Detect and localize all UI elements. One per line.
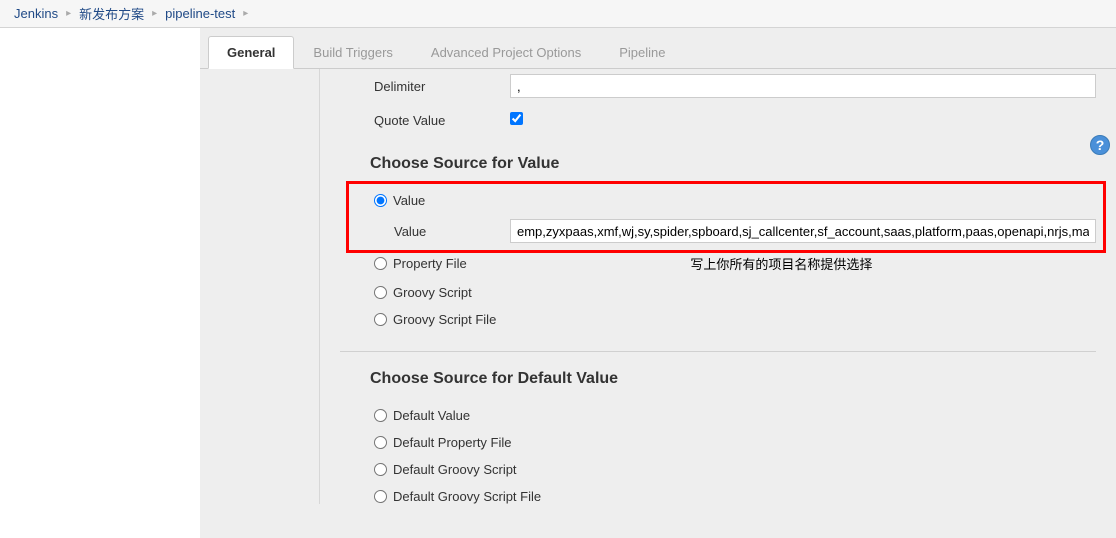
radio-row-groovy-script: Groovy Script: [370, 279, 1096, 306]
breadcrumb-item-pipeline-test[interactable]: pipeline-test: [159, 6, 241, 21]
radio-label-default-groovy-script[interactable]: Default Groovy Script: [393, 462, 517, 477]
chevron-right-icon: ▸: [152, 8, 157, 19]
label-quote-value: Quote Value: [370, 113, 510, 128]
radio-value[interactable]: [374, 194, 387, 207]
radio-default-value[interactable]: [374, 409, 387, 422]
row-value-field: Value: [370, 214, 1096, 248]
radio-row-groovy-script-file: Groovy Script File: [370, 306, 1096, 333]
radio-label-property-file[interactable]: Property File: [393, 256, 467, 271]
radio-property-file[interactable]: [374, 257, 387, 270]
radio-row-property-file: Property File 写上你所有的项目名称提供选择: [370, 248, 1096, 279]
radio-default-groovy-script-file[interactable]: [374, 490, 387, 503]
breadcrumb-item-jenkins[interactable]: Jenkins: [8, 6, 64, 21]
tab-advanced-project-options[interactable]: Advanced Project Options: [412, 36, 600, 69]
radio-label-default-property-file[interactable]: Default Property File: [393, 435, 512, 450]
label-delimiter: Delimiter: [370, 79, 510, 94]
radio-row-default-property-file: Default Property File: [370, 429, 1096, 456]
tab-general[interactable]: General: [208, 36, 294, 69]
tab-pipeline[interactable]: Pipeline: [600, 36, 684, 69]
tabbar: General Build Triggers Advanced Project …: [200, 28, 1116, 69]
radio-row-default-groovy-script-file: Default Groovy Script File: [370, 483, 1096, 504]
chevron-right-icon: ▸: [243, 8, 248, 19]
checkbox-quote-value[interactable]: [510, 112, 523, 125]
radio-label-value[interactable]: Value: [393, 193, 425, 208]
chevron-right-icon: ▸: [66, 8, 71, 19]
tab-build-triggers[interactable]: Build Triggers: [294, 36, 411, 69]
heading-choose-source-for-default-value: Choose Source for Default Value: [370, 352, 1096, 402]
radio-default-property-file[interactable]: [374, 436, 387, 449]
radio-row-value: Value: [370, 187, 1096, 214]
left-sidebar: [0, 28, 200, 538]
inner-left-gutter: [200, 69, 320, 504]
input-source-value[interactable]: [510, 219, 1096, 243]
radio-row-default-value: Default Value: [370, 402, 1096, 429]
radio-label-groovy-script-file[interactable]: Groovy Script File: [393, 312, 496, 327]
radio-groovy-script-file[interactable]: [374, 313, 387, 326]
radio-label-groovy-script[interactable]: Groovy Script: [393, 285, 472, 300]
heading-choose-source-for-value: Choose Source for Value: [370, 137, 1096, 187]
annotation-text: 写上你所有的项目名称提供选择: [690, 257, 872, 272]
row-delimiter: Delimiter: [370, 69, 1096, 103]
radio-row-default-groovy-script: Default Groovy Script: [370, 456, 1096, 483]
radio-groovy-script[interactable]: [374, 286, 387, 299]
radio-default-groovy-script[interactable]: [374, 463, 387, 476]
breadcrumb: Jenkins ▸ 新发布方案 ▸ pipeline-test ▸: [0, 0, 1116, 28]
label-value-field: Value: [370, 224, 510, 239]
radio-label-default-value[interactable]: Default Value: [393, 408, 470, 423]
row-quote-value: Quote Value: [370, 103, 1096, 137]
input-delimiter[interactable]: [510, 74, 1096, 98]
radio-label-default-groovy-script-file[interactable]: Default Groovy Script File: [393, 489, 541, 504]
breadcrumb-item-plan[interactable]: 新发布方案: [73, 4, 150, 23]
